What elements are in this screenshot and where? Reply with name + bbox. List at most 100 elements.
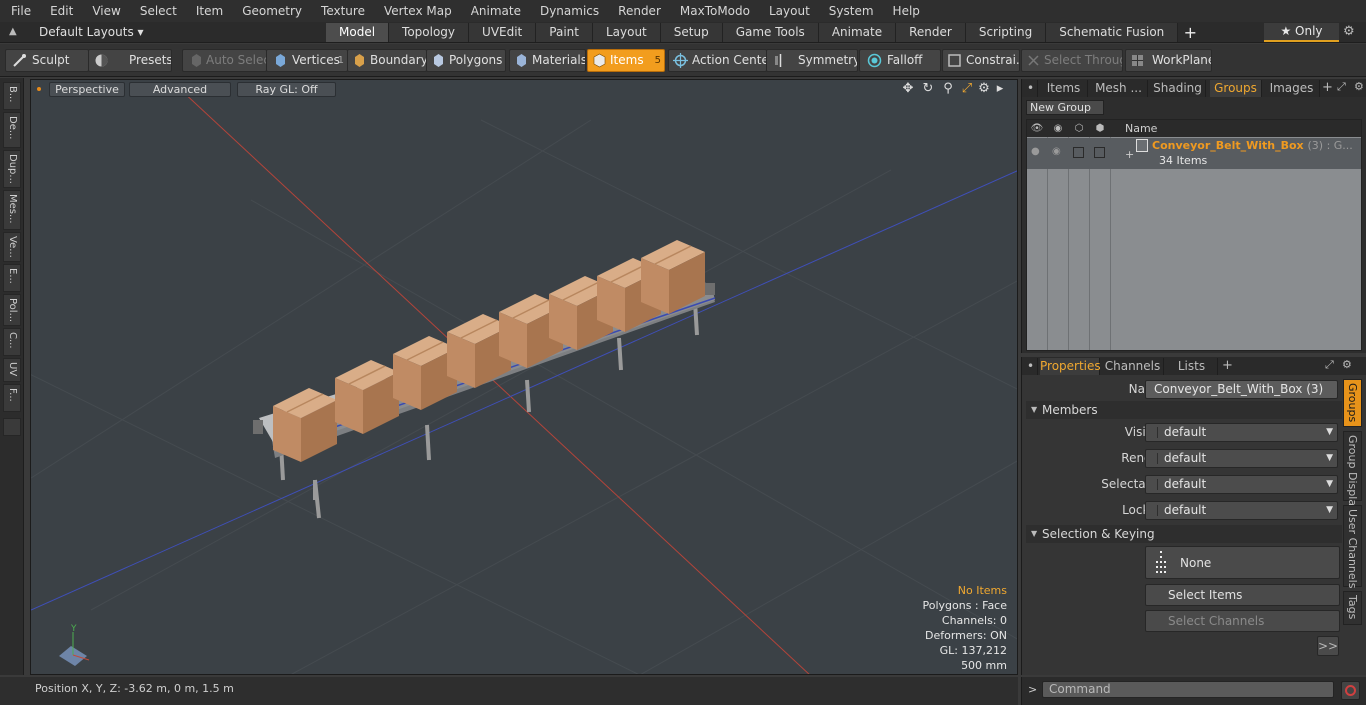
- viewport-menu-dot[interactable]: [37, 87, 41, 91]
- sculpt-button[interactable]: Sculpt: [5, 49, 89, 72]
- menu-geometry[interactable]: Geometry: [231, 0, 310, 22]
- viewport-gear-icon[interactable]: ⚙: [977, 82, 991, 96]
- shading-mode-button[interactable]: Advanced: [129, 82, 231, 97]
- layout-tab-schematic-fusion[interactable]: Schematic Fusion: [1046, 23, 1179, 42]
- menu-maxtomodo[interactable]: MaxToModo: [669, 0, 758, 22]
- gear-icon[interactable]: ⚙: [1343, 25, 1357, 39]
- menu-item[interactable]: Item: [185, 0, 231, 22]
- new-group-button[interactable]: New Group: [1026, 100, 1104, 115]
- lock-icon[interactable]: ⬢: [1090, 121, 1110, 136]
- left-tab-2[interactable]: Dup...: [3, 150, 21, 188]
- layout-tab-uvedit[interactable]: UVEdit: [469, 23, 537, 42]
- properties-expand-icon[interactable]: ⤢: [1325, 358, 1334, 372]
- menu-layout[interactable]: Layout: [758, 0, 818, 22]
- rotate-icon[interactable]: ↻: [921, 82, 935, 96]
- pan-icon[interactable]: ✥: [901, 82, 915, 96]
- menu-vertex-map[interactable]: Vertex Map: [373, 0, 460, 22]
- symmetry-button[interactable]: Symmetry: [766, 49, 858, 72]
- select-channels-button[interactable]: Select Channels: [1145, 610, 1340, 632]
- items-button[interactable]: Items 5: [587, 49, 665, 72]
- group-row[interactable]: ● ◉ + Conveyor_Belt_With_Box (3) : G... …: [1027, 138, 1361, 169]
- left-tab-3[interactable]: Mes...: [3, 190, 21, 230]
- menu-file[interactable]: File: [0, 0, 39, 22]
- tab-mesh-[interactable]: Mesh ...: [1090, 80, 1148, 97]
- panel-gear-icon[interactable]: ⚙: [1354, 80, 1364, 93]
- selectable-icon[interactable]: ⬡: [1069, 121, 1089, 136]
- workplane-button[interactable]: WorkPlane: [1125, 49, 1212, 72]
- tab-items[interactable]: Items: [1040, 80, 1088, 97]
- visible-dropdown[interactable]: default ▼: [1145, 423, 1338, 442]
- presets-button[interactable]: Presets: [88, 49, 172, 72]
- row-selectable-checkbox[interactable]: [1073, 147, 1084, 158]
- left-tab-0[interactable]: B...: [3, 82, 21, 110]
- layout-tab-setup[interactable]: Setup: [660, 23, 723, 42]
- locked-dropdown[interactable]: default ▼: [1145, 501, 1338, 520]
- layout-tab-layout[interactable]: Layout: [592, 23, 661, 42]
- render-dropdown[interactable]: default ▼: [1145, 449, 1338, 468]
- layout-tab-game-tools[interactable]: Game Tools: [722, 23, 819, 42]
- box-1[interactable]: [335, 360, 399, 434]
- expand-plus-icon[interactable]: +: [1125, 148, 1134, 161]
- side-tab-user-channels[interactable]: User Channels: [1343, 505, 1362, 588]
- action-center-button[interactable]: Action Center: [668, 49, 767, 72]
- zoom-icon[interactable]: ⚲: [941, 82, 955, 96]
- view-mode-button[interactable]: Perspective: [49, 82, 125, 97]
- menu-texture[interactable]: Texture: [310, 0, 373, 22]
- properties-gear-icon[interactable]: ⚙: [1342, 358, 1352, 371]
- layout-tab-scripting[interactable]: Scripting: [965, 23, 1047, 42]
- falloff-button[interactable]: Falloff: [859, 49, 941, 72]
- menu-system[interactable]: System: [818, 0, 882, 22]
- menu-help[interactable]: Help: [882, 0, 928, 22]
- only-button[interactable]: ★ Only: [1264, 23, 1339, 42]
- row-lock-checkbox[interactable]: [1094, 147, 1105, 158]
- layout-menu-icon[interactable]: ▲: [9, 26, 21, 38]
- layout-preset-select[interactable]: Default Layouts ▾: [33, 24, 293, 41]
- polygons-button[interactable]: Polygons: [426, 49, 506, 72]
- select-through-button[interactable]: Select Through: [1021, 49, 1123, 72]
- properties-menu-dot[interactable]: •: [1024, 358, 1038, 375]
- left-tab-7[interactable]: C...: [3, 328, 21, 356]
- tab-shading[interactable]: Shading: [1150, 80, 1206, 97]
- expand-icon[interactable]: ⤢: [1337, 80, 1346, 94]
- record-macro-button[interactable]: [1341, 681, 1360, 700]
- left-tab-1[interactable]: De...: [3, 112, 21, 148]
- render-icon[interactable]: ◉: [1048, 121, 1068, 136]
- 3d-viewport[interactable]: Y Perspective Advanced Ray GL: Off ✥ ↻ ⚲…: [30, 79, 1018, 675]
- tab-channels[interactable]: Channels: [1102, 358, 1164, 375]
- left-tab-4[interactable]: Ve...: [3, 232, 21, 262]
- layout-tab-paint[interactable]: Paint: [536, 23, 593, 42]
- vertices-button[interactable]: Vertices 1: [266, 49, 348, 72]
- tab-groups[interactable]: Groups: [1210, 80, 1262, 97]
- add-properties-tab-icon[interactable]: +: [1222, 358, 1233, 373]
- box-0[interactable]: [273, 388, 337, 462]
- left-tab-9[interactable]: F...: [3, 384, 21, 412]
- menu-animate[interactable]: Animate: [460, 0, 529, 22]
- tab-images[interactable]: Images: [1264, 80, 1320, 97]
- left-tab-8[interactable]: UV: [3, 358, 21, 382]
- add-layout-tab-icon[interactable]: +: [1178, 23, 1202, 42]
- menu-edit[interactable]: Edit: [39, 0, 81, 22]
- selection-keying-section[interactable]: ▼ Selection & Keying: [1026, 525, 1342, 543]
- row-eye-icon[interactable]: ●: [1031, 146, 1045, 160]
- auto-select-button[interactable]: Auto Select: [182, 49, 267, 72]
- layout-tab-model[interactable]: Model: [326, 23, 390, 42]
- side-tab-group-display[interactable]: Group Display: [1343, 431, 1362, 513]
- tab-properties[interactable]: Properties: [1040, 358, 1101, 375]
- left-tab-5[interactable]: E...: [3, 264, 21, 292]
- menu-dynamics[interactable]: Dynamics: [529, 0, 607, 22]
- scene-canvas[interactable]: Y: [31, 80, 1018, 675]
- none-button[interactable]: None: [1145, 546, 1340, 579]
- menu-render[interactable]: Render: [607, 0, 669, 22]
- more-button[interactable]: >>: [1317, 636, 1339, 656]
- constraints-button[interactable]: Constrai...: [942, 49, 1020, 72]
- layout-tab-animate[interactable]: Animate: [818, 23, 897, 42]
- boundary-button[interactable]: Boundary: [347, 49, 427, 72]
- command-input[interactable]: Command: [1042, 681, 1334, 698]
- selectable-dropdown[interactable]: default ▼: [1145, 475, 1338, 494]
- members-section[interactable]: ▼ Members: [1026, 401, 1342, 419]
- add-tab-icon[interactable]: +: [1322, 80, 1333, 95]
- raygl-button[interactable]: Ray GL: Off: [237, 82, 336, 97]
- panel-menu-dot[interactable]: •: [1024, 80, 1038, 97]
- layout-tab-topology[interactable]: Topology: [389, 23, 470, 42]
- group-name-field[interactable]: Conveyor_Belt_With_Box (3): [1145, 380, 1338, 399]
